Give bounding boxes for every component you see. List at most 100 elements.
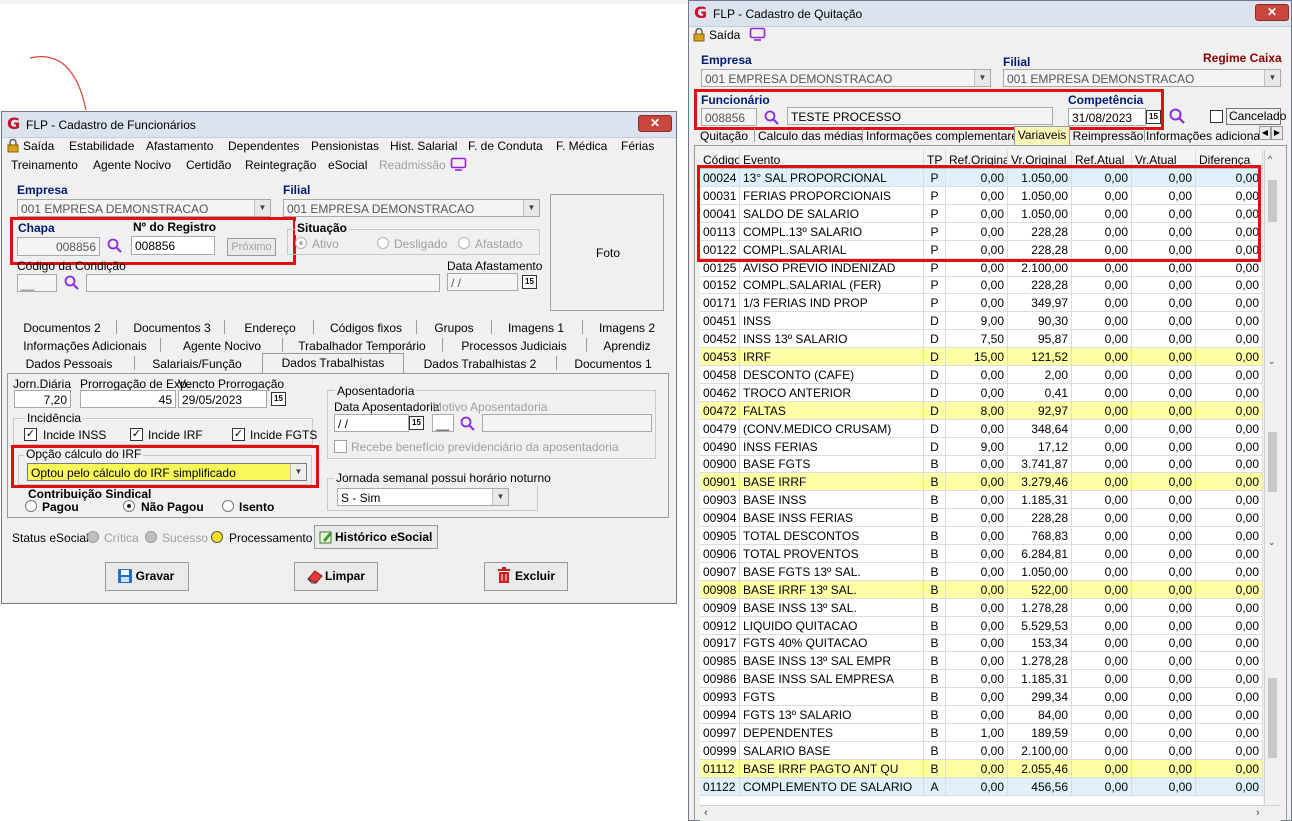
tab-calculo-medias[interactable]: Calculo das médias <box>758 129 863 143</box>
search-icon[interactable] <box>764 110 779 125</box>
table-row[interactable]: 00462 TROCO ANTERIOR D 0,00 0,41 0,00 0,00 0,00 <box>700 383 1263 402</box>
scroll-thumb[interactable] <box>1268 180 1277 222</box>
incide-irf-checkbox[interactable]: ✓ <box>130 428 143 441</box>
situacao-desligado-radio[interactable] <box>377 237 389 249</box>
table-row[interactable]: 01112 BASE IRRF PAGTO ANT QU B 0,00 2.055,46… <box>700 759 1263 778</box>
chapa-input[interactable]: 008856 <box>17 237 100 256</box>
calendar-icon[interactable]: 15 <box>1146 110 1161 124</box>
column-header-vr-atual[interactable]: Vr.Atual <box>1132 150 1196 168</box>
column-header-tp[interactable]: TP <box>924 150 946 168</box>
menu-afastamento[interactable]: Afastamento <box>146 139 213 153</box>
tab-grupos[interactable]: Grupos <box>418 321 490 335</box>
table-row[interactable]: 00479 (CONV.MEDICO CRUSAM) D 0,00 348,64 0,00… <box>700 419 1263 438</box>
monitor-icon[interactable] <box>450 157 467 172</box>
table-row[interactable]: 00907 BASE FGTS 13º SAL. B 0,00 1.050,00 0,00… <box>700 562 1263 581</box>
tab-documentos-2[interactable]: Documentos 2 <box>14 321 110 335</box>
funcionario-code-input[interactable]: 008856 <box>701 108 757 126</box>
contribuicao-isento-radio[interactable] <box>222 500 234 512</box>
column-header-vr-original[interactable]: Vr.Original <box>1008 150 1072 168</box>
table-row[interactable]: 00900 BASE FGTS B 0,00 3.741,87 0,00 0,00 0,00 <box>700 455 1263 474</box>
table-row[interactable]: 00122 COMPL.SALARIAL P 0,00 228,28 0,00 0,00 0,… <box>700 240 1263 259</box>
table-row[interactable]: 00986 BASE INSS SAL EMPRESA B 0,00 1.185,31 0… <box>700 670 1263 689</box>
close-button[interactable]: ✕ <box>1255 4 1289 21</box>
prorrogacao-input[interactable]: 45 <box>80 390 176 408</box>
tab-quitacao[interactable]: Quitação <box>700 129 748 143</box>
opcao-irf-select[interactable]: Optou pelo cálculo do IRF simplificado ▼ <box>27 463 307 481</box>
tab-imagens-2[interactable]: Imagens 2 <box>586 321 668 335</box>
tab-informacoes-adicionais[interactable]: Informações adicionais <box>1146 129 1269 143</box>
column-header-codigo[interactable]: Código <box>700 150 740 168</box>
table-row[interactable]: 00152 COMPL.SALARIAL (FER) P 0,00 228,28 0,00… <box>700 276 1263 295</box>
menu-esocial[interactable]: eSocial <box>328 158 367 172</box>
tab-endereco[interactable]: Endereço <box>226 321 314 335</box>
data-aposentadoria-input[interactable]: / / <box>334 414 409 432</box>
tab-dados-trabalhistas-2[interactable]: Dados Trabalhistas 2 <box>410 357 550 371</box>
table-row[interactable]: 00906 TOTAL PROVENTOS B 0,00 6.284,81 0,00 0,0… <box>700 544 1263 563</box>
contribuicao-nao-pagou-radio[interactable] <box>123 500 135 512</box>
menu-hist-salarial[interactable]: Hist. Salarial <box>390 139 457 153</box>
calendar-icon[interactable]: 15 <box>271 392 286 406</box>
menu-treinamento[interactable]: Treinamento <box>11 158 78 172</box>
table-row[interactable]: 00993 FGTS B 0,00 299,34 0,00 0,00 0,00 <box>700 688 1263 707</box>
calendar-icon[interactable]: 15 <box>409 416 424 430</box>
tab-imagens-1[interactable]: Imagens 1 <box>494 321 578 335</box>
menu-reintegracao[interactable]: Reintegração <box>245 158 316 172</box>
tab-informacoes-complementares[interactable]: Informações complementares <box>866 129 1024 143</box>
tabs-scroll-left-button[interactable]: ◀ <box>1259 126 1271 140</box>
table-row[interactable]: 00452 INSS 13º SALARIO D 7,50 95,87 0,00 0,00 0… <box>700 330 1263 349</box>
table-row[interactable]: 00031 FERIAS PROPORCIONAIS P 0,00 1.050,00 0,… <box>700 186 1263 205</box>
table-row[interactable]: 00901 BASE IRRF B 0,00 3.279,46 0,00 0,00 0,00 <box>700 473 1263 492</box>
table-row[interactable]: 00917 FGTS 40% QUITACAO B 0,00 153,34 0,00 0,0… <box>700 634 1263 653</box>
tab-agente-nocivo[interactable]: Agente Nocivo <box>164 339 280 353</box>
menu-certidao[interactable]: Certidão <box>186 158 231 172</box>
tab-variaveis[interactable]: Variaveis <box>1014 128 1070 142</box>
tab-codigos-fixos[interactable]: Códigos fixos <box>318 321 414 335</box>
chevron-down-icon[interactable]: ⌄ <box>1268 356 1276 367</box>
menu-f-conduta[interactable]: F. de Conduta <box>468 139 543 153</box>
table-row[interactable]: 00985 BASE INSS 13º SAL EMPR B 0,00 1.278,28… <box>700 652 1263 671</box>
menu-dependentes[interactable]: Dependentes <box>228 139 299 153</box>
grid-vertical-scrollbar[interactable]: ^ ⌄ ⌄ <box>1264 150 1281 805</box>
scroll-thumb[interactable] <box>1268 432 1277 492</box>
search-icon[interactable] <box>1169 108 1185 124</box>
tab-dados-pessoais[interactable]: Dados Pessoais <box>14 357 124 371</box>
search-icon[interactable] <box>460 416 475 431</box>
data-afastamento-input[interactable]: / / <box>447 273 518 291</box>
search-icon[interactable] <box>107 238 122 253</box>
table-row[interactable]: 00041 SALDO DE SALARIO P 0,00 1.050,00 0,00 0,… <box>700 204 1263 223</box>
vencto-prorrogacao-input[interactable]: 29/05/2023 <box>178 390 267 408</box>
table-row[interactable]: 00908 BASE IRRF 13º SAL. B 0,00 522,00 0,00 0,… <box>700 580 1263 599</box>
tab-reimpressao[interactable]: Reimpressão <box>1072 129 1144 143</box>
tab-documentos-1[interactable]: Documentos 1 <box>564 357 662 371</box>
tab-trabalhador-temporario[interactable]: Trabalhador Temporário <box>284 339 440 353</box>
scroll-thumb[interactable] <box>1268 678 1277 758</box>
tab-aprendiz[interactable]: Aprendiz <box>588 339 666 353</box>
contribuicao-pagou-radio[interactable] <box>25 500 37 512</box>
menu-saida[interactable]: Saída <box>709 28 740 42</box>
table-row[interactable]: 00453 IRRF D 15,00 121,52 0,00 0,00 0,00 <box>700 348 1263 366</box>
tab-informacoes-adicionais[interactable]: Informações Adicionais <box>14 339 156 353</box>
table-row[interactable]: 00912 LIQUIDO QUITACAO B 0,00 5.529,53 0,00 0,… <box>700 616 1263 635</box>
proximo-button[interactable]: Próximo <box>227 238 276 256</box>
column-header-ref-atual[interactable]: Ref.Atual <box>1072 150 1132 168</box>
motivo-aposentadoria-code[interactable]: __ <box>432 414 454 432</box>
scroll-left-arrow-icon[interactable]: ‹ <box>704 807 708 819</box>
column-header-diferenca[interactable]: Diferença <box>1196 150 1263 168</box>
recebe-beneficio-checkbox[interactable] <box>334 440 347 453</box>
tab-documentos-3[interactable]: Documentos 3 <box>122 321 222 335</box>
table-row[interactable]: 00113 COMPL.13º SALARIO P 0,00 228,28 0,00 0,0… <box>700 222 1263 241</box>
table-row[interactable]: 00909 BASE INSS 13º SAL. B 0,00 1.278,28 0,00… <box>700 598 1263 617</box>
table-row[interactable]: 00905 TOTAL DESCONTOS B 0,00 768,83 0,00 0,00 0… <box>700 527 1263 545</box>
table-row[interactable]: 00904 BASE INSS FERIAS B 0,00 228,28 0,00 0,00… <box>700 509 1263 528</box>
menu-estabilidade[interactable]: Estabilidade <box>69 139 134 153</box>
search-icon[interactable] <box>64 275 79 290</box>
column-header-ref-original[interactable]: Ref.Original <box>946 150 1008 168</box>
tab-processos-judiciais[interactable]: Processos Judiciais <box>444 339 584 353</box>
table-row[interactable]: 01122 COMPLEMENTO DE SALARIO A 0,00 456,56 0,… <box>700 777 1263 796</box>
table-row[interactable]: 00125 AVISO PREVIO INDENIZAD P 0,00 2.100,00… <box>700 258 1263 277</box>
grid-horizontal-scrollbar[interactable]: ‹ › <box>700 805 1281 821</box>
table-row[interactable]: 00994 FGTS 13º SALARIO B 0,00 84,00 0,00 0,00 0… <box>700 706 1263 724</box>
table-row[interactable]: 00490 INSS FERIAS D 9,00 17,12 0,00 0,00 0,00 <box>700 437 1263 456</box>
calendar-icon[interactable]: 15 <box>522 275 537 289</box>
tab-salariais-funcao[interactable]: Salariais/Função <box>140 357 254 371</box>
